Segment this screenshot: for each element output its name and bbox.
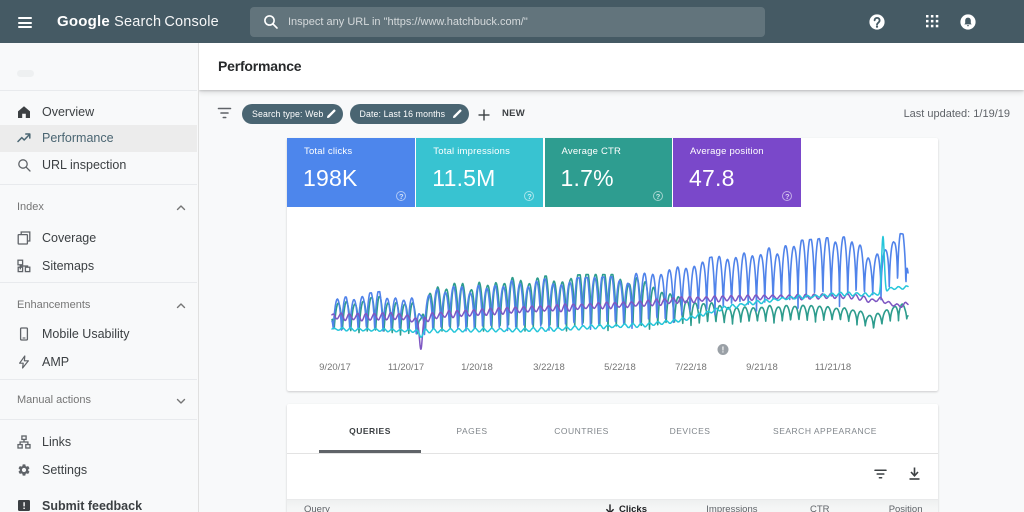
svg-text:11/20/17: 11/20/17 [388, 362, 424, 373]
svg-text:9/21/18: 9/21/18 [746, 362, 778, 373]
svg-text:5/22/18: 5/22/18 [604, 362, 636, 373]
svg-text:1/20/18: 1/20/18 [461, 362, 493, 373]
svg-text:11/21/18: 11/21/18 [815, 362, 851, 373]
svg-text:7/22/18: 7/22/18 [675, 362, 707, 373]
svg-text:9/20/17: 9/20/17 [319, 362, 351, 373]
svg-text:3/22/18: 3/22/18 [533, 362, 565, 373]
svg-text:!: ! [722, 346, 725, 355]
